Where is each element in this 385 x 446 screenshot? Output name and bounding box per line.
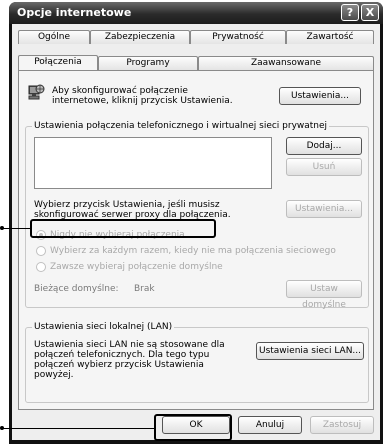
add-button[interactable]: Dodaj... — [286, 137, 362, 155]
set-default-button-label: Ustaw domyślne — [302, 284, 346, 310]
remove-button[interactable]: Usuń — [286, 158, 362, 176]
radio-always-dial-default-circle — [36, 262, 46, 272]
pointer-line-ok — [2, 428, 154, 429]
setup-button[interactable]: Ustawienia... — [279, 87, 361, 105]
lan-group-legend: Ustawienia sieci lokalnej (LAN) — [32, 322, 175, 332]
radio-dial-when-no-network[interactable]: Wybierz za każdym razem, kiedy nie ma po… — [36, 245, 356, 257]
lan-settings-button[interactable]: Ustawienia sieci LAN... — [256, 342, 364, 360]
dialup-settings-button-label: Ustawienia... — [294, 204, 354, 214]
computer-globe-icon — [27, 83, 45, 101]
help-icon[interactable]: ? — [341, 4, 359, 21]
radio-always-dial-default[interactable]: Zawsze wybieraj połączenie domyślne — [36, 261, 276, 273]
proxy-text-line1: Wybierz przycisk Ustawienia, jeśli musis… — [34, 200, 220, 210]
connections-panel: Aby skonfigurować połączenie internetowe… — [18, 70, 374, 410]
apply-button[interactable]: Zastosuj — [310, 416, 374, 434]
tab-advanced[interactable]: Zaawansowane — [198, 56, 374, 70]
add-button-label: Dodaj... — [306, 141, 342, 151]
pointer-line-never-dial — [2, 228, 30, 229]
tab-security[interactable]: Zabezpieczenia — [90, 30, 190, 44]
cancel-button-label: Anuluj — [255, 420, 285, 430]
current-default-value: Brak — [134, 284, 155, 294]
close-icon[interactable]: X — [361, 4, 379, 21]
cancel-button[interactable]: Anuluj — [238, 416, 302, 434]
lan-text-line4: powyżej. — [34, 370, 74, 380]
tab-general[interactable]: Ogólne — [18, 30, 90, 44]
title-bar[interactable]: Opcje internetowe ? X — [9, 2, 383, 24]
highlight-never-dial — [30, 219, 216, 238]
apply-button-label: Zastosuj — [322, 420, 362, 430]
dialup-group: Ustawienia połączenia telefonicznego i w… — [25, 121, 369, 310]
lan-settings-button-label: Ustawienia sieci LAN... — [258, 346, 362, 356]
remove-button-label: Usuń — [312, 162, 336, 172]
dialup-group-legend: Ustawienia połączenia telefonicznego i w… — [32, 121, 330, 131]
pointer-dot-ok — [0, 426, 4, 430]
radio-always-dial-default-label: Zawsze wybieraj połączenie domyślne — [50, 262, 223, 272]
tab-programs[interactable]: Programy — [98, 56, 198, 70]
current-default-label: Bieżące domyślne: — [34, 284, 119, 294]
radio-dial-when-no-network-circle — [36, 246, 46, 256]
radio-dial-when-no-network-label: Wybierz za każdym razem, kiedy nie ma po… — [50, 246, 336, 256]
tab-connections[interactable]: Połączenia — [18, 55, 98, 70]
setup-button-label: Ustawienia... — [290, 91, 350, 101]
connections-listbox[interactable] — [34, 137, 272, 189]
setup-text-line2: internetowe, kliknij przycisk Ustawienia… — [52, 96, 233, 106]
setup-text-line1: Aby skonfigurować połączenie — [52, 86, 188, 96]
highlight-ok-button — [154, 414, 232, 441]
window-title: Opcje internetowe — [17, 6, 132, 19]
lan-text-line1: Ustawienia sieci LAN nie są stosowane dl… — [34, 340, 225, 350]
tab-content[interactable]: Zawartość — [286, 30, 374, 44]
dialup-settings-button[interactable]: Ustawienia... — [286, 200, 362, 218]
lan-group: Ustawienia sieci lokalnej (LAN) Ustawien… — [25, 322, 369, 403]
lan-text-line2: połączeń telefonicznych. Dla tego typu — [34, 350, 210, 360]
set-default-button[interactable]: Ustaw domyślne — [286, 280, 362, 310]
lan-text-line3: połączeń wybierz przycisk Ustawienia — [34, 360, 204, 370]
pointer-dot-never-dial — [0, 226, 4, 230]
tab-privacy[interactable]: Prywatność — [190, 30, 286, 44]
